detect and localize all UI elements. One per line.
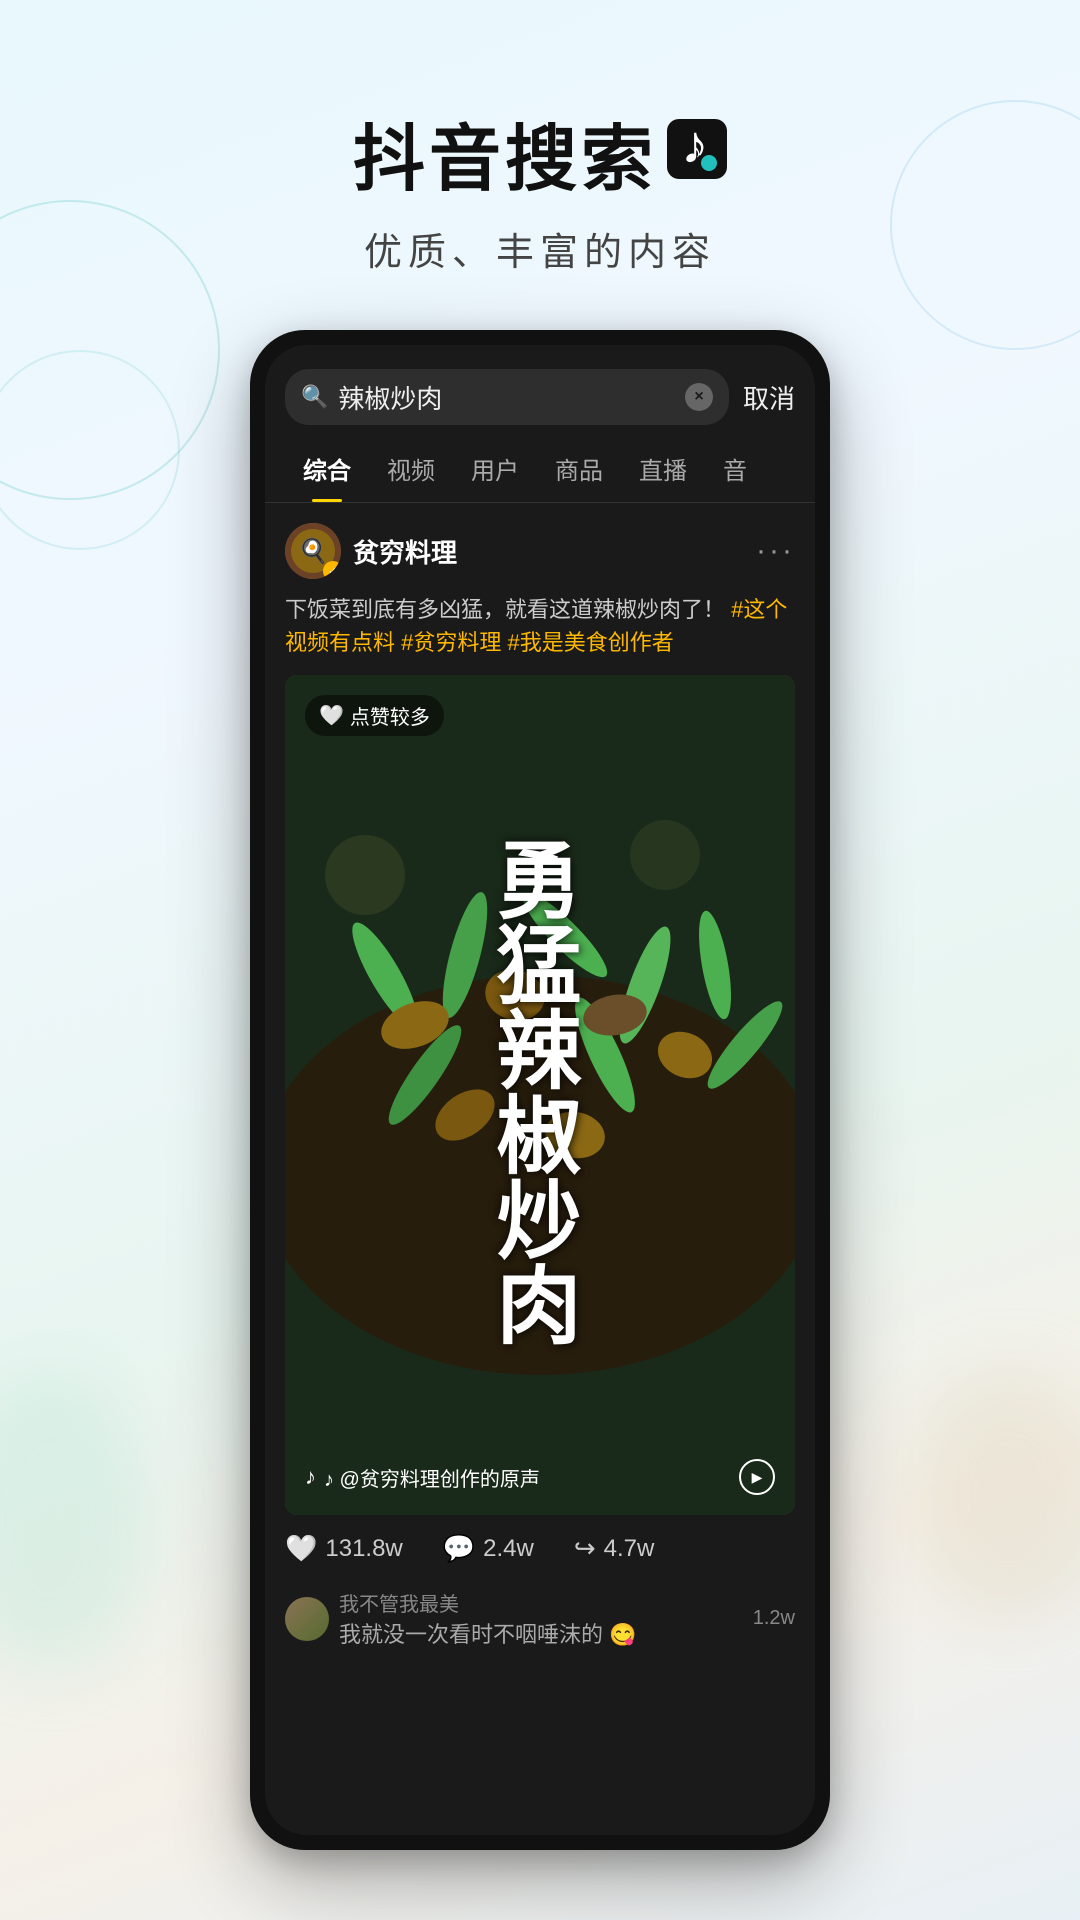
video-overlay-line2: 猛 xyxy=(496,925,583,1010)
likes-badge-text: 点赞较多 xyxy=(350,701,430,730)
audio-bar: ♪ ♪ @贫穷料理创作的原声 ▶ xyxy=(305,1459,775,1495)
comment-text: 我就没一次看时不咽唾沫的 😋 xyxy=(339,1617,637,1649)
comment-content: 我不管我最美 我就没一次看时不咽唾沫的 😋 xyxy=(339,1588,637,1649)
play-button[interactable]: ▶ xyxy=(739,1459,775,1495)
verified-badge: ✓ xyxy=(323,561,341,579)
audio-info: ♪ ♪ @贫穷料理创作的原声 xyxy=(305,1463,540,1492)
commenter-name: 我不管我最美 xyxy=(339,1588,637,1617)
post-header: 🍳 ✓ 贫穷料理 ··· xyxy=(285,523,795,579)
likes-count: 131.8w xyxy=(325,1535,402,1563)
tab-综合[interactable]: 综合 xyxy=(285,435,369,502)
like-icon: 🤍 xyxy=(285,1533,317,1564)
bg-blob-left xyxy=(0,1370,150,1670)
video-container[interactable]: 🤍 点赞较多 勇 猛 辣 椒 炒 肉 xyxy=(285,675,795,1515)
comment-preview: 我不管我最美 我就没一次看时不咽唾沫的 😋 1.2w xyxy=(285,1578,795,1659)
stat-likes[interactable]: 🤍 131.8w xyxy=(285,1533,403,1564)
avatar[interactable]: 🍳 ✓ xyxy=(285,523,341,579)
user-info: 🍳 ✓ 贫穷料理 xyxy=(285,523,457,579)
search-input-wrapper[interactable]: 🔍 辣椒炒肉 × xyxy=(285,369,729,425)
video-overlay-line6: 肉 xyxy=(496,1265,583,1350)
likes-badge: 🤍 点赞较多 xyxy=(305,695,444,736)
post-card: 🍳 ✓ 贫穷料理 ··· 下饭菜到底有多凶猛，就看这道辣椒炒肉了！ xyxy=(285,523,795,1659)
tabs-bar: 综合 视频 用户 商品 直播 音 xyxy=(265,435,815,503)
stat-comments[interactable]: 💬 2.4w xyxy=(443,1533,534,1564)
tab-音[interactable]: 音 xyxy=(705,435,765,502)
tab-视频[interactable]: 视频 xyxy=(369,435,453,502)
video-overlay-line5: 炒 xyxy=(496,1180,583,1265)
audio-text: ♪ @贫穷料理创作的原声 xyxy=(324,1463,540,1492)
tab-商品[interactable]: 商品 xyxy=(537,435,621,502)
video-overlay-line3: 辣 xyxy=(496,1010,583,1095)
bg-blob-right xyxy=(910,1370,1080,1620)
stat-shares[interactable]: ↪ 4.7w xyxy=(574,1533,655,1564)
commenter-avatar xyxy=(285,1597,329,1641)
tiktok-small-icon: ♪ xyxy=(305,1464,316,1490)
content-area: 🍳 ✓ 贫穷料理 ··· 下饭菜到底有多凶猛，就看这道辣椒炒肉了！ xyxy=(265,503,815,1835)
tiktok-note-icon: 𝅘𝅥𝅮 ♪ xyxy=(667,119,727,187)
phone-frame: 🔍 辣椒炒肉 × 取消 综合 视频 用户 商品 xyxy=(250,330,830,1850)
username[interactable]: 贫穷料理 xyxy=(353,533,457,570)
search-bar-area: 🔍 辣椒炒肉 × 取消 xyxy=(265,345,815,425)
comments-count: 2.4w xyxy=(483,1535,534,1563)
tab-直播[interactable]: 直播 xyxy=(621,435,705,502)
post-text-main: 下饭菜到底有多凶猛，就看这道辣椒炒肉了！ xyxy=(285,597,725,622)
svg-text:♪: ♪ xyxy=(688,136,706,167)
app-title: 抖音搜索 𝅘𝅥𝅮 ♪ xyxy=(0,100,1080,205)
post-description: 下饭菜到底有多凶猛，就看这道辣椒炒肉了！ #这个视频有点料 #贫穷料理 #我是美… xyxy=(285,593,795,659)
search-input[interactable]: 辣椒炒肉 xyxy=(338,379,675,416)
video-overlay-line4: 椒 xyxy=(496,1095,583,1180)
phone-screen: 🔍 辣椒炒肉 × 取消 综合 视频 用户 商品 xyxy=(265,345,815,1835)
search-icon: 🔍 xyxy=(301,384,328,410)
app-subtitle: 优质、丰富的内容 xyxy=(0,221,1080,276)
app-title-text: 抖音搜索 xyxy=(353,100,657,205)
comment-count-right: 1.2w xyxy=(753,1607,795,1630)
heart-icon: 🤍 xyxy=(319,703,344,728)
search-cancel-button[interactable]: 取消 xyxy=(743,379,795,416)
phone-mockup: 🔍 辣椒炒肉 × 取消 综合 视频 用户 商品 xyxy=(250,330,830,1850)
header-section: 抖音搜索 𝅘𝅥𝅮 ♪ 优质、丰富的内容 xyxy=(0,0,1080,316)
video-title-overlay: 勇 猛 辣 椒 炒 肉 xyxy=(496,840,583,1350)
share-icon: ↪ xyxy=(574,1533,596,1564)
tab-用户[interactable]: 用户 xyxy=(453,435,537,502)
video-overlay-line1: 勇 xyxy=(496,840,583,925)
stats-row: 🤍 131.8w 💬 2.4w ↪ 4.7w xyxy=(285,1515,795,1578)
shares-count: 4.7w xyxy=(604,1535,655,1563)
comment-icon: 💬 xyxy=(443,1533,475,1564)
search-clear-button[interactable]: × xyxy=(685,383,713,411)
more-options-button[interactable]: ··· xyxy=(756,534,795,568)
svg-text:🍳: 🍳 xyxy=(298,537,328,565)
